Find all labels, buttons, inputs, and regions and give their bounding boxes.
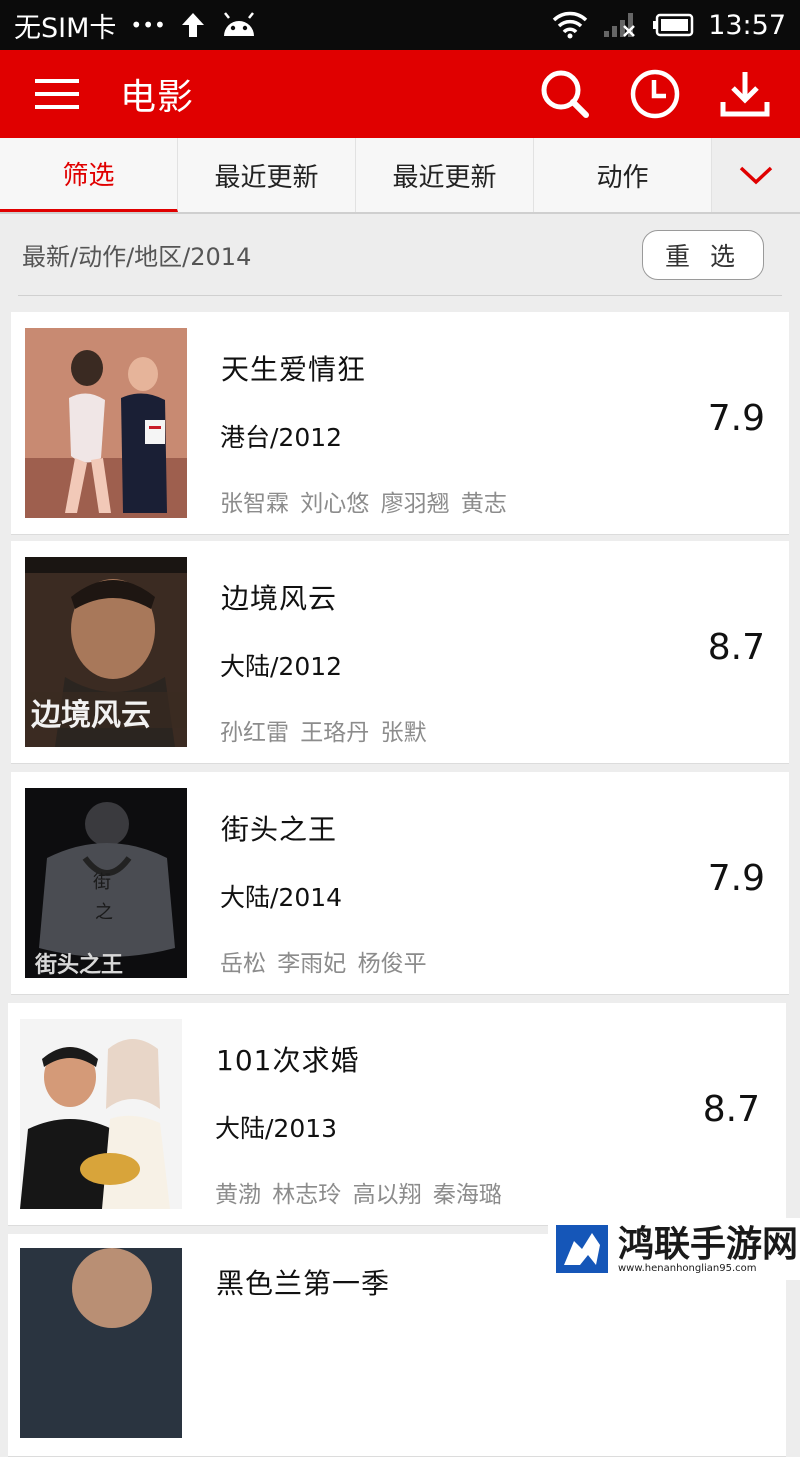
list-item[interactable]: 街 之 街头之王 街头之王 大陆/2014 岳松 李雨妃 杨俊平 7.9 <box>11 772 789 995</box>
movie-rating: 7.9 <box>707 858 765 899</box>
movie-cast: 岳松 李雨妃 杨俊平 <box>220 951 427 977</box>
battery-icon <box>652 13 694 37</box>
clock-icon <box>630 69 680 119</box>
list-item[interactable]: 101次求婚 大陆/2013 黄渤 林志玲 高以翔 秦海璐 8.7 <box>8 1003 786 1226</box>
movie-poster: 街 之 街头之王 <box>25 788 187 978</box>
notification-dots: ••• <box>130 13 166 37</box>
watermark-title: 鸿联手游网 <box>618 1222 799 1265</box>
hamburger-icon <box>35 79 79 109</box>
page-title: 电影 <box>120 77 195 118</box>
movie-poster <box>20 1248 182 1438</box>
app-bar: 电影 <box>0 50 800 138</box>
movie-title: 边境风云 <box>221 582 338 615</box>
android-icon <box>220 12 258 38</box>
clock-text: 13:57 <box>708 9 786 41</box>
movie-region-year: 大陆/2013 <box>215 1114 338 1143</box>
filter-path: 最新/动作/地区/2014 <box>22 243 252 271</box>
movie-rating: 8.7 <box>702 1089 760 1130</box>
more-tabs-button[interactable] <box>712 138 800 212</box>
movie-region-year: 大陆/2014 <box>220 883 343 912</box>
list-item[interactable]: 天生爱情狂 港台/2012 张智霖 刘心悠 廖羽翘 黄志 7.9 <box>11 312 789 535</box>
movie-poster <box>25 328 187 518</box>
movie-region-year: 港台/2012 <box>220 423 343 452</box>
search-button[interactable] <box>530 59 600 129</box>
svg-text:街头之王: 街头之王 <box>34 952 123 978</box>
carrier-text: 无SIM卡 <box>14 12 117 44</box>
movie-title: 101次求婚 <box>216 1044 360 1077</box>
watermark-url: www.henanhonglian95.com <box>618 1262 757 1274</box>
site-watermark: 鸿联手游网 www.henanhonglian95.com <box>548 1218 800 1280</box>
signal-icon <box>602 11 638 39</box>
movie-title: 天生爱情狂 <box>221 353 367 386</box>
tab-recent-1[interactable]: 最近更新 <box>178 138 356 212</box>
download-button[interactable] <box>710 59 780 129</box>
movie-poster: 边境风云 <box>25 557 187 747</box>
movie-cast: 孙红雷 王珞丹 张默 <box>220 720 427 746</box>
tab-bar: 筛选 最近更新 最近更新 动作 <box>0 138 800 214</box>
movie-rating: 8.7 <box>707 627 765 668</box>
menu-button[interactable] <box>28 65 86 123</box>
movie-cast: 黄渤 林志玲 高以翔 秦海璐 <box>215 1182 502 1208</box>
movie-poster <box>20 1019 182 1209</box>
tab-filter[interactable]: 筛选 <box>0 138 178 212</box>
tab-recent-2[interactable]: 最近更新 <box>356 138 534 212</box>
svg-text:之: 之 <box>95 902 113 923</box>
search-icon <box>541 70 589 118</box>
tab-action[interactable]: 动作 <box>534 138 712 212</box>
movie-title: 黑色兰第一季 <box>216 1267 391 1300</box>
movie-cast: 张智霖 刘心悠 廖羽翘 黄志 <box>220 491 507 517</box>
status-right: 13:57 <box>552 10 786 41</box>
reselect-button[interactable]: 重 选 <box>642 229 764 280</box>
movie-region-year: 大陆/2012 <box>220 652 343 681</box>
list-item[interactable]: 边境风云 边境风云 大陆/2012 孙红雷 王珞丹 张默 8.7 <box>11 541 789 764</box>
horse-logo-icon <box>556 1225 608 1273</box>
status-bar: 无SIM卡 ••• 13:57 <box>0 0 800 50</box>
svg-text:街: 街 <box>93 872 111 893</box>
upload-arrow-icon <box>180 11 206 39</box>
movie-title: 街头之王 <box>221 813 338 846</box>
filter-bar: 最新/动作/地区/2014 重 选 <box>18 214 782 296</box>
chevron-down-icon <box>739 166 773 185</box>
status-left: 无SIM卡 ••• <box>14 6 258 45</box>
download-icon <box>720 72 770 117</box>
svg-text:边境风云: 边境风云 <box>31 698 151 733</box>
wifi-icon <box>552 11 588 39</box>
history-button[interactable] <box>620 59 690 129</box>
movie-rating: 7.9 <box>707 398 765 439</box>
